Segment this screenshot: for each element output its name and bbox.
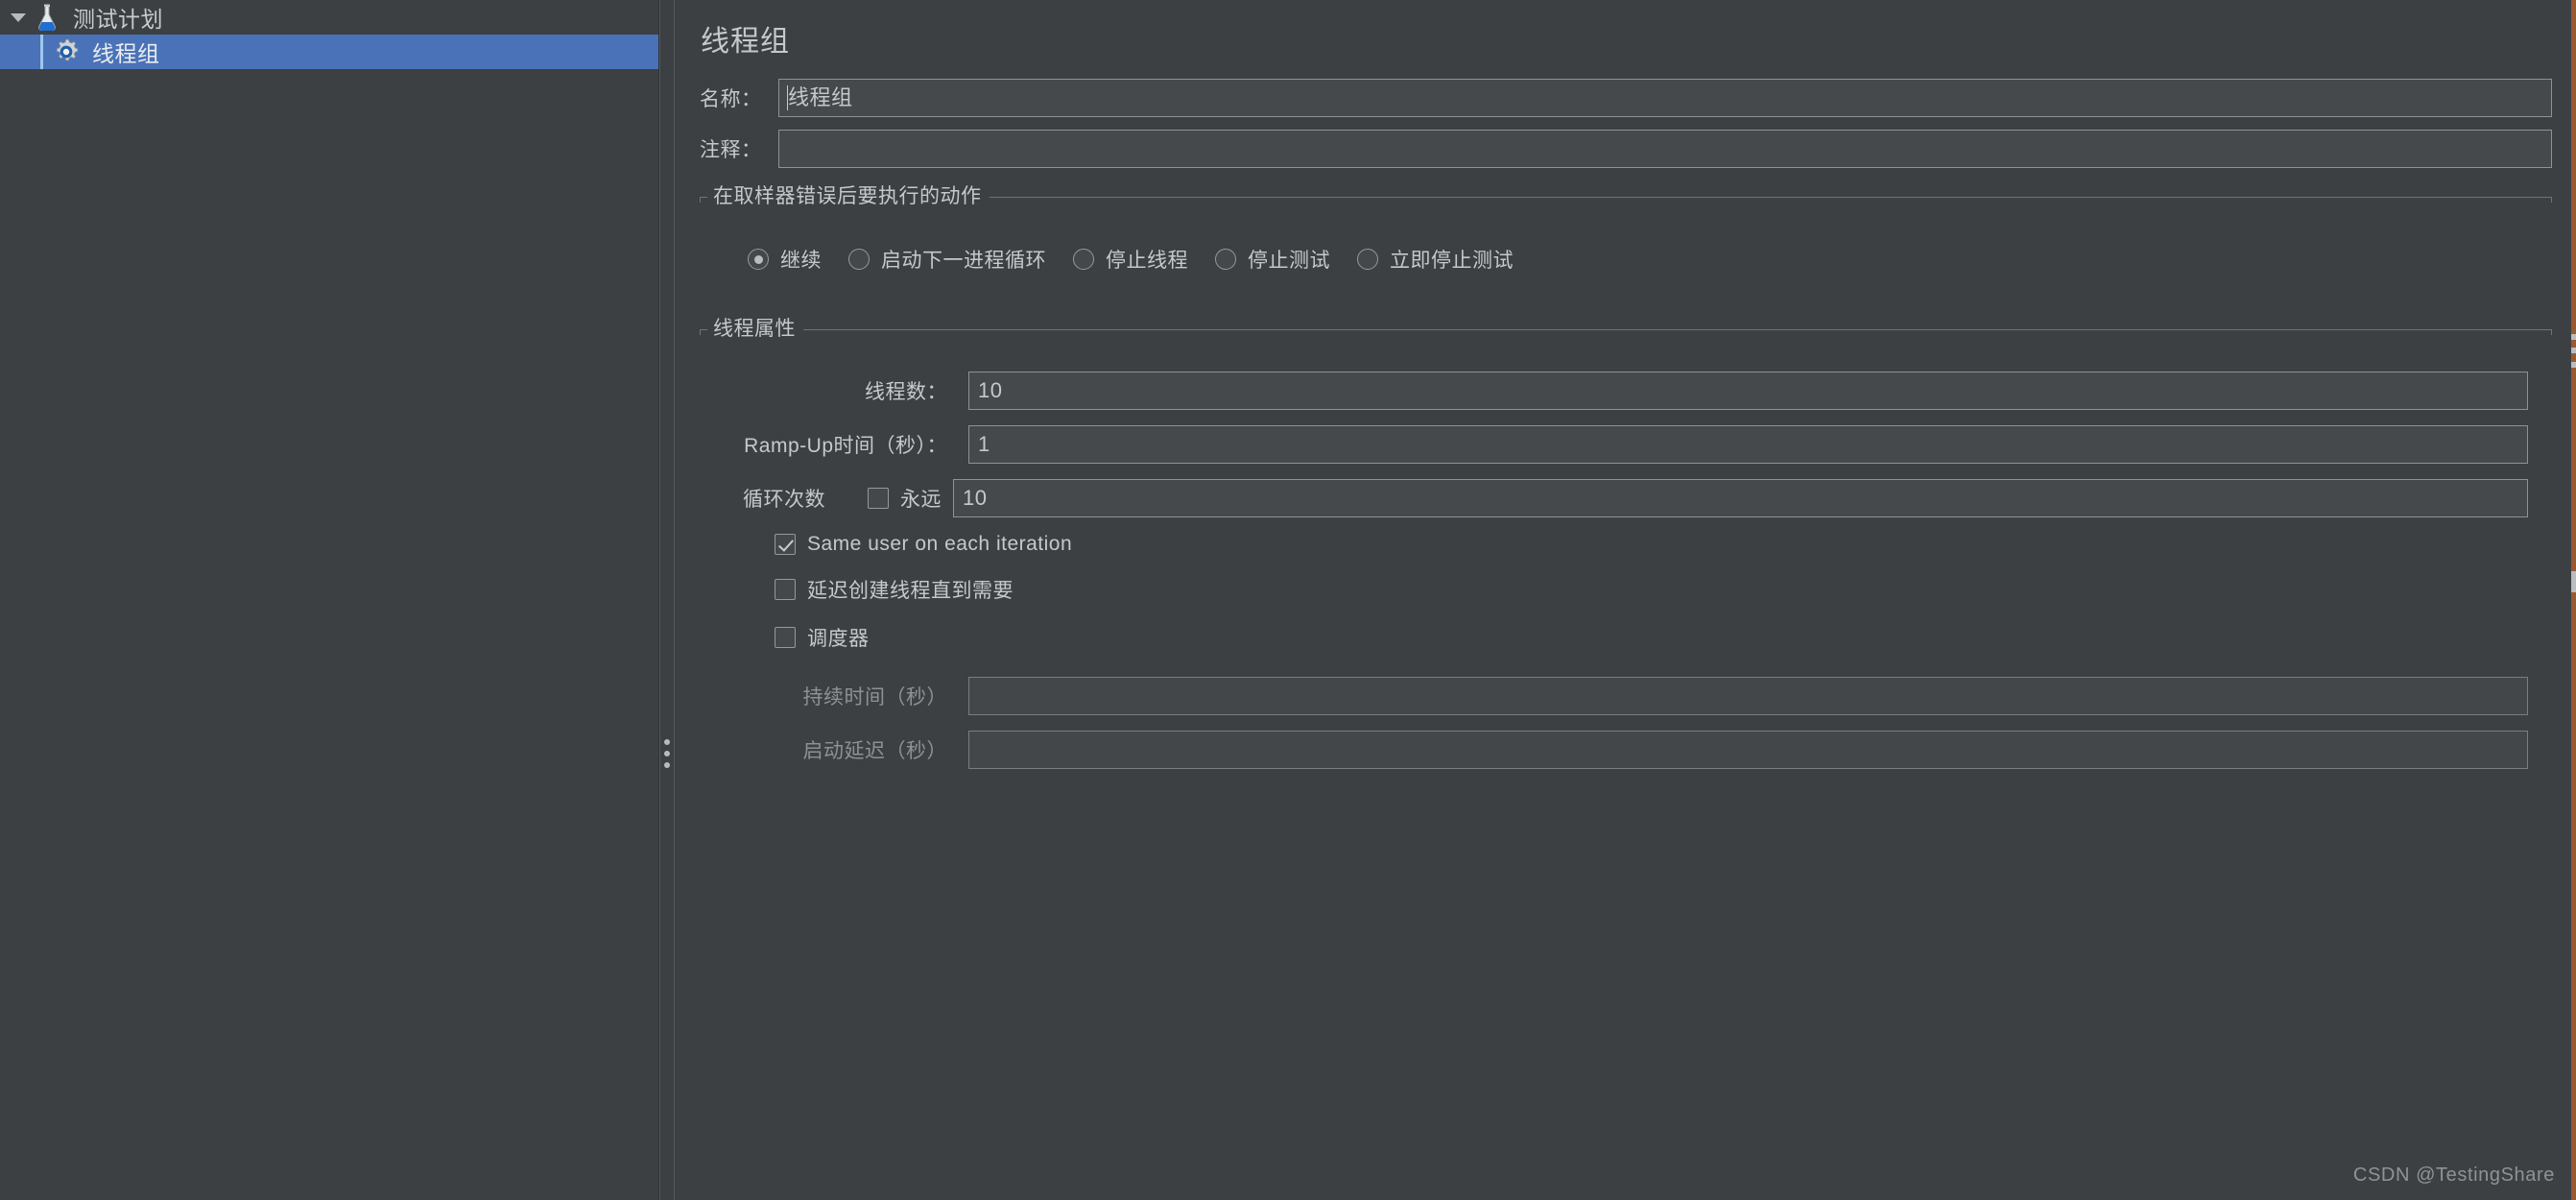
checkbox-icon xyxy=(775,579,796,600)
gear-icon xyxy=(50,37,83,66)
tree-node-label: 线程组 xyxy=(92,41,160,66)
radio-label: 启动下一进程循环 xyxy=(881,250,1046,272)
ramp-up-input[interactable]: 1 xyxy=(968,425,2528,464)
name-row: 名称： 线程组 xyxy=(696,79,2576,117)
thread-group-editor: 线程组 名称： 线程组 注释： 在取样器错误后要执行的动作 继续 启动下一进程循… xyxy=(675,0,2576,1200)
loop-count-row: 循环次数 永远 10 xyxy=(700,479,2552,517)
num-threads-row: 线程数： 10 xyxy=(700,372,2552,410)
group-border-tick xyxy=(700,197,701,203)
group-border-tick xyxy=(2551,197,2552,203)
grip-dot xyxy=(664,739,670,745)
radio-mark-icon xyxy=(1073,249,1094,270)
radio-continue[interactable]: 继续 xyxy=(748,245,822,274)
checkbox-icon xyxy=(775,627,796,648)
name-label: 名称： xyxy=(700,88,762,110)
splitter-grip-icon[interactable] xyxy=(664,739,670,768)
scheduler-label: 调度器 xyxy=(807,628,870,650)
flask-icon xyxy=(31,4,63,31)
grip-dot xyxy=(664,762,670,768)
checkbox-icon xyxy=(868,488,889,509)
radio-stop-test[interactable]: 停止测试 xyxy=(1215,245,1330,274)
comment-label: 注释： xyxy=(700,139,762,161)
group-border-tick xyxy=(2551,329,2552,335)
startup-delay-row: 启动延迟（秒） xyxy=(700,731,2552,769)
radio-mark-icon xyxy=(848,249,870,270)
name-input[interactable]: 线程组 xyxy=(778,79,2552,117)
scroll-marker xyxy=(2571,571,2576,592)
radio-label: 继续 xyxy=(780,250,822,272)
group-border xyxy=(700,329,2552,330)
scheduler-row[interactable]: 调度器 xyxy=(700,623,2552,652)
num-threads-label: 线程数： xyxy=(865,381,947,403)
checkbox-icon xyxy=(775,534,796,555)
page-title: 线程组 xyxy=(701,26,790,58)
radio-stop-test-now[interactable]: 立即停止测试 xyxy=(1357,245,1514,274)
radio-mark-icon xyxy=(1357,249,1378,270)
comment-row: 注释： xyxy=(696,130,2576,168)
forever-checkbox[interactable]: 永远 xyxy=(868,484,942,513)
same-user-row[interactable]: Same user on each iteration xyxy=(700,533,2552,556)
radio-start-next-loop[interactable]: 启动下一进程循环 xyxy=(848,245,1046,274)
startup-delay-label: 启动延迟（秒） xyxy=(802,740,947,762)
radio-mark-icon xyxy=(1215,249,1236,270)
panel-splitter[interactable] xyxy=(659,0,675,1200)
sampler-error-action-group: 在取样器错误后要执行的动作 继续 启动下一进程循环 停止线程 停止测试 立即停止… xyxy=(700,183,2552,300)
loop-count-label: 循环次数 xyxy=(743,489,825,511)
loop-count-input[interactable]: 10 xyxy=(953,479,2528,517)
thread-properties-group: 线程属性 线程数： 10 Ramp-Up时间（秒）： 1 循环次数 永远 10 … xyxy=(700,316,2552,769)
scroll-marker xyxy=(2571,334,2576,340)
duration-label: 持续时间（秒） xyxy=(802,686,947,708)
chevron-down-icon[interactable] xyxy=(6,12,31,23)
duration-row: 持续时间（秒） xyxy=(700,677,2552,715)
delay-thread-creation-label: 延迟创建线程直到需要 xyxy=(807,580,1014,602)
watermark: CSDN @TestingShare xyxy=(2352,1164,2555,1186)
duration-input[interactable] xyxy=(968,677,2528,715)
ramp-up-label: Ramp-Up时间（秒）： xyxy=(744,435,947,457)
comment-input[interactable] xyxy=(778,130,2552,168)
radio-mark-icon xyxy=(748,249,769,270)
tree-node-label: 测试计划 xyxy=(73,7,163,32)
radio-label: 立即停止测试 xyxy=(1390,250,1514,272)
group-border-tick xyxy=(700,329,701,335)
jmeter-window: 测试计划 线程组 线程组 名称： 线程组 注释： 在取样器错误后要执行的动作 继… xyxy=(0,0,2576,1200)
num-threads-input[interactable]: 10 xyxy=(968,372,2528,410)
group-title: 在取样器错误后要执行的动作 xyxy=(707,183,990,210)
tree-node-thread-group[interactable]: 线程组 xyxy=(0,35,658,69)
grip-dot xyxy=(664,751,670,756)
radio-label: 停止线程 xyxy=(1106,250,1188,272)
group-title: 线程属性 xyxy=(707,316,803,343)
test-plan-tree: 测试计划 线程组 xyxy=(0,0,659,1200)
delay-thread-creation-row[interactable]: 延迟创建线程直到需要 xyxy=(700,575,2552,604)
scroll-marker xyxy=(2571,348,2576,353)
error-action-radio-group: 继续 启动下一进程循环 停止线程 停止测试 立即停止测试 xyxy=(700,212,2552,300)
startup-delay-input[interactable] xyxy=(968,731,2528,769)
radio-stop-thread[interactable]: 停止线程 xyxy=(1073,245,1188,274)
radio-label: 停止测试 xyxy=(1248,250,1330,272)
ramp-up-row: Ramp-Up时间（秒）： 1 xyxy=(700,425,2552,464)
same-user-label: Same user on each iteration xyxy=(807,533,1073,555)
scroll-marker xyxy=(2571,362,2576,368)
tree-node-test-plan[interactable]: 测试计划 xyxy=(0,0,658,35)
edge-scroll-strip[interactable] xyxy=(2571,0,2576,1200)
forever-label: 永远 xyxy=(900,489,942,511)
